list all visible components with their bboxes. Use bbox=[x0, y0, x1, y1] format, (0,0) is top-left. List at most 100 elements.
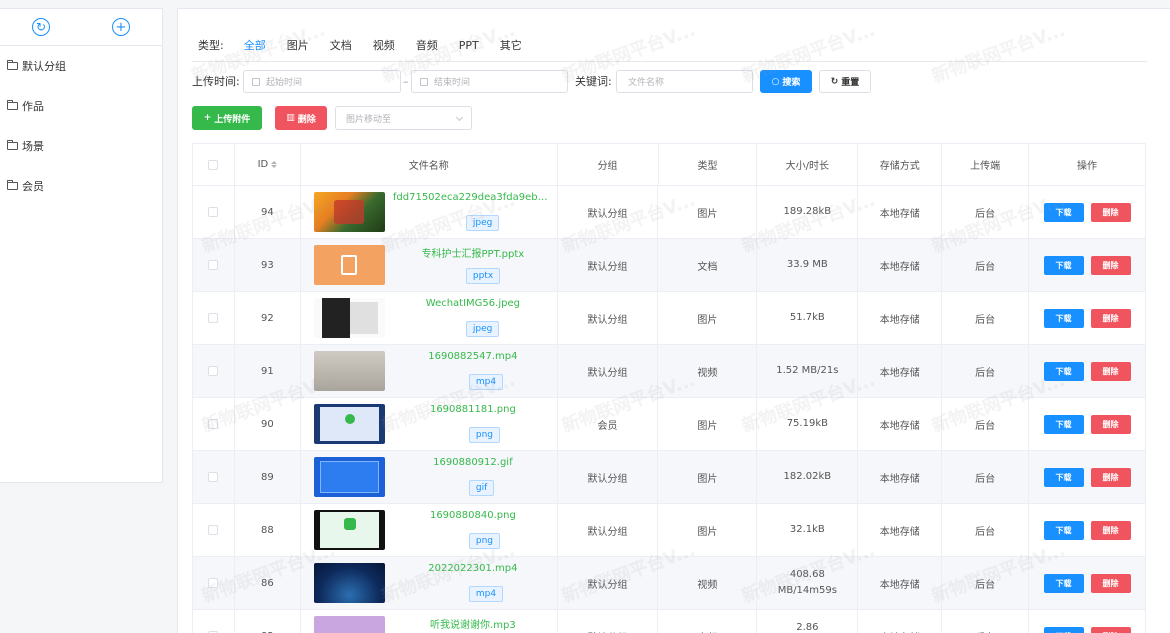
source-cell: 后台 bbox=[942, 398, 1030, 450]
filename-cell: 听我说谢谢你.mp3mp3 bbox=[301, 610, 558, 633]
row-select-cell bbox=[193, 451, 235, 503]
delete-button[interactable]: 删除 bbox=[1090, 255, 1131, 275]
move-select-placeholder: 图片移动至 bbox=[346, 114, 392, 125]
divider bbox=[192, 61, 1147, 62]
file-thumbnail[interactable] bbox=[313, 298, 385, 338]
file-thumbnail[interactable] bbox=[313, 616, 385, 633]
file-name: 2022022301.mp4 bbox=[428, 563, 518, 574]
calendar-icon bbox=[420, 77, 428, 86]
sidebar-toolbar: ↻ + bbox=[0, 9, 162, 46]
type-cell: 图片 bbox=[658, 451, 758, 503]
download-button[interactable]: 下载 bbox=[1043, 361, 1084, 381]
folder-icon bbox=[7, 100, 18, 110]
chevron-down-icon bbox=[455, 113, 464, 122]
group-cell: 默认分组 bbox=[558, 451, 659, 503]
id-cell: 92 bbox=[235, 292, 301, 344]
delete-button[interactable]: 删除 bbox=[1090, 626, 1131, 633]
header-id[interactable]: ID bbox=[235, 144, 301, 185]
file-thumbnail[interactable] bbox=[313, 510, 385, 550]
file-name: 1690880912.gif bbox=[433, 457, 513, 468]
group-item-default[interactable]: 默认分组 bbox=[0, 46, 162, 86]
end-date-input[interactable]: 结束时间 bbox=[411, 70, 568, 93]
delete-button-label: 删除 bbox=[297, 114, 316, 125]
reset-icon: ↻ bbox=[830, 76, 839, 87]
source-cell: 后台 bbox=[942, 557, 1030, 609]
row-checkbox[interactable] bbox=[208, 472, 219, 482]
file-thumbnail[interactable] bbox=[313, 457, 385, 497]
delete-button[interactable]: 删除 bbox=[1090, 414, 1131, 434]
delete-button[interactable]: 删除 bbox=[1090, 467, 1131, 487]
download-button[interactable]: 下载 bbox=[1043, 255, 1084, 275]
delete-button[interactable]: 删除 bbox=[1090, 202, 1131, 222]
file-thumbnail[interactable] bbox=[313, 192, 385, 232]
filename-cell: 1690882547.mp4 mp4 bbox=[301, 345, 558, 397]
actions-cell: 下载删除 bbox=[1029, 292, 1146, 344]
file-thumbnail[interactable] bbox=[313, 563, 385, 603]
table-row: 88 1690880840.png png 默认分组 图片 32.1kB 本地存储 后台 下载删… bbox=[193, 504, 1146, 557]
group-item-scenes[interactable]: 场景 bbox=[0, 126, 162, 166]
filename-cell: 1690880840.png png bbox=[301, 504, 558, 556]
type-option-document[interactable]: 文档 bbox=[330, 37, 352, 53]
filename-cell: WechatIMG56.jpeg jpeg bbox=[301, 292, 558, 344]
batch-delete-button[interactable]: ▥ 删除 bbox=[275, 106, 327, 130]
type-option-audio[interactable]: 音频 bbox=[416, 37, 438, 53]
group-item-works[interactable]: 作品 bbox=[0, 86, 162, 126]
download-button[interactable]: 下载 bbox=[1043, 414, 1084, 434]
download-button[interactable]: 下载 bbox=[1043, 202, 1084, 222]
delete-button[interactable]: 删除 bbox=[1090, 573, 1131, 593]
row-checkbox[interactable] bbox=[208, 313, 219, 323]
id-cell: 94 bbox=[235, 186, 301, 238]
file-thumbnail[interactable] bbox=[313, 351, 385, 391]
type-option-image[interactable]: 图片 bbox=[287, 37, 309, 53]
delete-button[interactable]: 删除 bbox=[1090, 308, 1131, 328]
table-body: 94 fdd71502eca229dea3fda9eb7... jpeg 默认分组 图片… bbox=[193, 186, 1146, 633]
storage-cell: 本地存储 bbox=[858, 292, 943, 344]
calendar-icon bbox=[252, 77, 260, 86]
storage-cell: 本地存储 bbox=[858, 186, 943, 238]
download-button[interactable]: 下载 bbox=[1043, 308, 1084, 328]
type-option-all[interactable]: 全部 bbox=[244, 37, 266, 53]
type-cell: 音频 bbox=[658, 610, 758, 633]
row-select-cell bbox=[193, 186, 235, 238]
add-group-icon[interactable]: + bbox=[112, 18, 130, 36]
delete-button[interactable]: 删除 bbox=[1090, 361, 1131, 381]
file-thumbnail[interactable] bbox=[313, 404, 385, 444]
move-to-group-select[interactable]: 图片移动至 bbox=[335, 106, 472, 130]
row-checkbox[interactable] bbox=[208, 366, 219, 376]
table-row: 94 fdd71502eca229dea3fda9eb7... jpeg 默认分组 图片… bbox=[193, 186, 1146, 239]
download-button[interactable]: 下载 bbox=[1043, 573, 1084, 593]
group-cell: 会员 bbox=[558, 398, 659, 450]
reset-button[interactable]: ↻ 重置 bbox=[819, 70, 871, 93]
file-thumbnail[interactable] bbox=[313, 245, 385, 285]
header-label: 上传端 bbox=[970, 161, 1001, 172]
file-name: WechatIMG56.jpeg bbox=[425, 298, 520, 309]
table-row: 82听我说谢谢你.mp3mp3默认分组音频2.86 MB/3m7s本地存储后台下… bbox=[193, 610, 1146, 633]
table-row: 91 1690882547.mp4 mp4 默认分组 视频 1.52 MB/21s 本地存储… bbox=[193, 345, 1146, 398]
download-button[interactable]: 下载 bbox=[1043, 520, 1084, 540]
search-button[interactable]: ○ 搜索 bbox=[760, 70, 812, 93]
type-option-ppt[interactable]: PPT bbox=[459, 39, 479, 52]
upload-attachment-button[interactable]: + 上传附件 bbox=[192, 106, 262, 130]
start-date-input[interactable]: 起始时间 bbox=[243, 70, 401, 93]
delete-button[interactable]: 删除 bbox=[1090, 520, 1131, 540]
refresh-icon[interactable]: ↻ bbox=[32, 18, 50, 36]
type-option-other[interactable]: 其它 bbox=[500, 37, 522, 53]
filename-cell: 2022022301.mp4 mp4 bbox=[301, 557, 558, 609]
type-cell: 文档 bbox=[658, 239, 758, 291]
select-all-checkbox[interactable] bbox=[208, 159, 219, 170]
row-checkbox[interactable] bbox=[208, 578, 219, 588]
source-cell: 后台 bbox=[942, 186, 1030, 238]
row-checkbox[interactable] bbox=[208, 207, 219, 217]
type-option-video[interactable]: 视频 bbox=[373, 37, 395, 53]
keyword-input[interactable]: 文件名称 bbox=[616, 70, 753, 93]
header-label: 类型 bbox=[697, 161, 718, 172]
sort-icon[interactable] bbox=[271, 161, 278, 168]
download-button[interactable]: 下载 bbox=[1043, 626, 1084, 633]
table-row: 86 2022022301.mp4 mp4 默认分组 视频 408.68 MB/14m59… bbox=[193, 557, 1146, 610]
download-button[interactable]: 下载 bbox=[1043, 467, 1084, 487]
row-checkbox[interactable] bbox=[208, 525, 219, 535]
row-checkbox[interactable] bbox=[208, 419, 219, 429]
row-checkbox[interactable] bbox=[208, 260, 219, 270]
keyword-placeholder: 文件名称 bbox=[628, 78, 665, 88]
group-item-members[interactable]: 会员 bbox=[0, 166, 162, 206]
